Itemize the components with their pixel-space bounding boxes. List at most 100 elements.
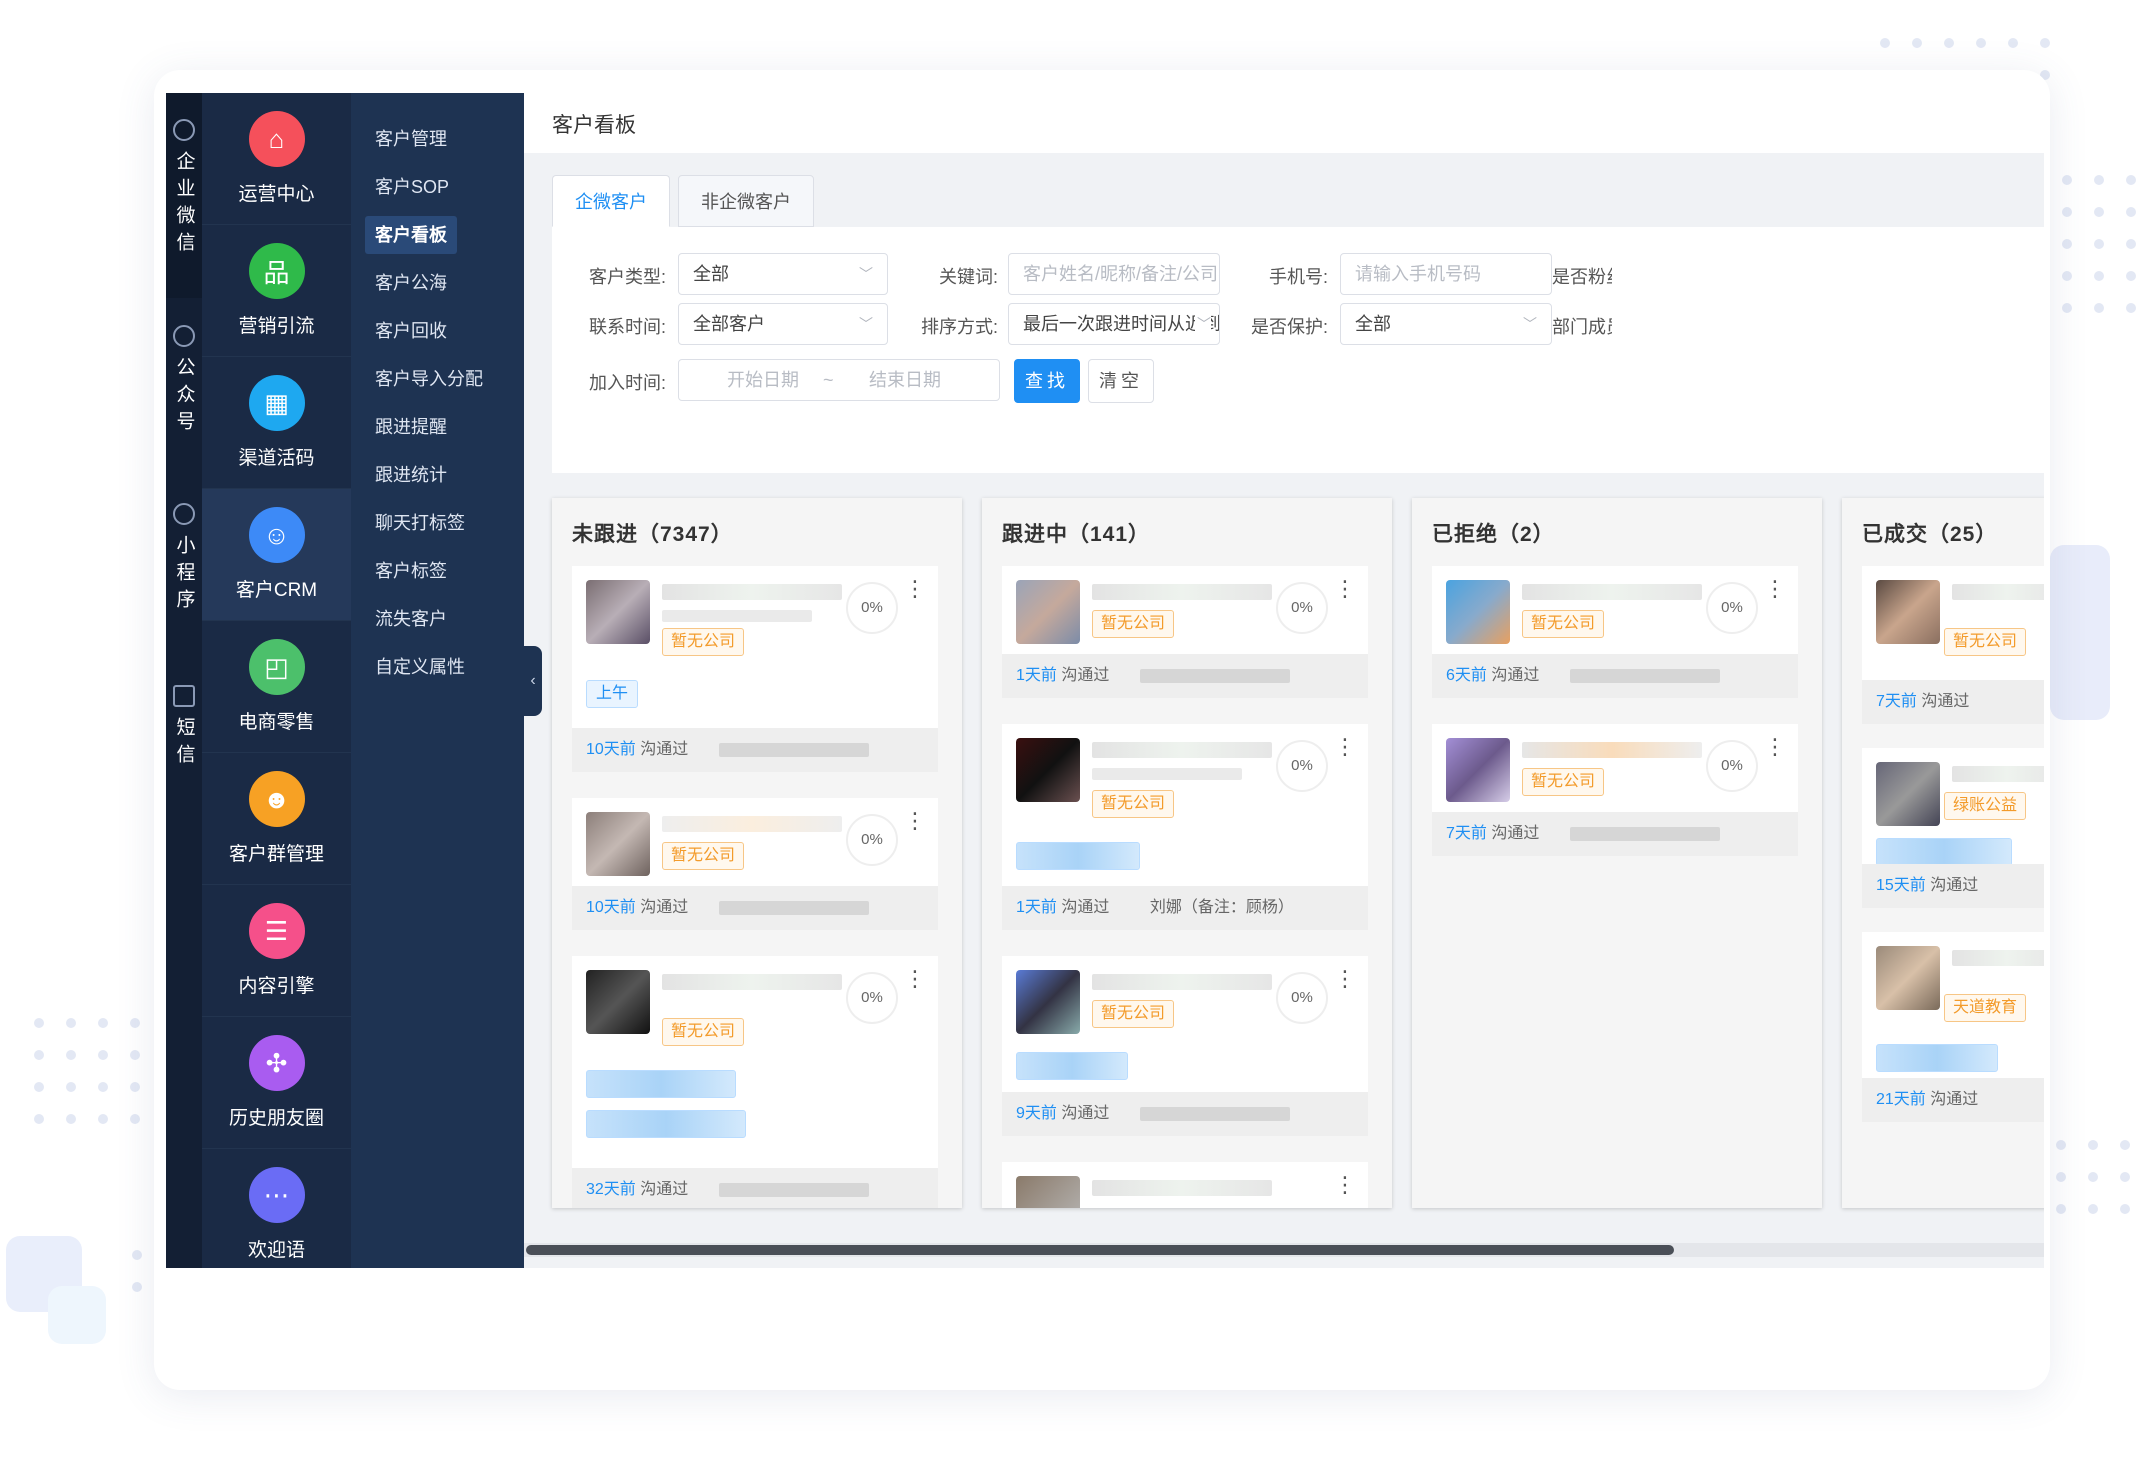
module-operations-center[interactable]: ⌂ 运营中心 <box>202 93 351 225</box>
submenu-customer-board[interactable]: 客户看板 <box>365 216 457 254</box>
end-date-input[interactable]: 结束日期 <box>869 360 941 400</box>
document-icon: ☰ <box>248 903 305 959</box>
customer-card[interactable]: 暂无公司 0% ⋮ 6天前 沟通过 <box>1432 566 1798 698</box>
contact-time-select[interactable]: 全部客户 ﹀ <box>678 303 888 345</box>
more-vertical-icon[interactable]: ⋮ <box>904 578 926 600</box>
contact-time-value: 全部客户 <box>693 314 765 334</box>
customer-card[interactable]: 暂无公司 0% ⋮ 10天前 沟通过 <box>572 798 938 930</box>
contact-status: 沟通过 <box>640 1181 689 1198</box>
search-button[interactable]: 查找 <box>1014 359 1080 403</box>
kanban-board: 未跟进（7347） 暂无公司 0% ⋮ 上午 10天前 沟通过 暂无公司 0% … <box>552 498 2044 1208</box>
last-contact-days: 7天前 <box>1876 693 1917 710</box>
more-vertical-icon[interactable]: ⋮ <box>1764 736 1786 758</box>
rail-label: 小程序 <box>173 535 195 616</box>
contact-status: 沟通过 <box>1061 899 1110 916</box>
customer-card[interactable]: 暂无公司 0% ⋮ 上午 10天前 沟通过 <box>572 566 938 772</box>
submenu-lost-customers[interactable]: 流失客户 <box>365 600 457 638</box>
submenu-customer-management[interactable]: 客户管理 <box>365 120 457 158</box>
qrcode-icon: ▦ <box>248 375 305 431</box>
customer-card[interactable]: 暂无公司 0% ⋮ 1天前 沟通过 <box>1002 566 1368 698</box>
submenu-customer-tags[interactable]: 客户标签 <box>365 552 457 590</box>
submenu-customer-pool[interactable]: 客户公海 <box>365 264 457 302</box>
module-ecommerce[interactable]: ◰ 电商零售 <box>202 621 351 753</box>
protect-select[interactable]: 全部 ﹀ <box>1340 303 1552 345</box>
submenu-chat-tagging[interactable]: 聊天打标签 <box>365 504 475 542</box>
column-title: 未跟进（7347） <box>572 523 733 546</box>
name-blurred <box>1092 584 1272 600</box>
company-tag: 天道教育 <box>1944 994 2027 1022</box>
more-vertical-icon[interactable]: ⋮ <box>904 968 926 990</box>
more-vertical-icon[interactable]: ⋮ <box>904 810 926 832</box>
tag-blurred <box>1016 1052 1128 1080</box>
module-content-engine[interactable]: ☰ 内容引擎 <box>202 885 351 1017</box>
progress-ring: 0% <box>846 814 898 866</box>
tab-wecom-customers[interactable]: 企微客户 <box>552 175 670 227</box>
customer-card[interactable]: 暂无公司 0% ⋮ 32天前 沟通过 <box>572 956 938 1208</box>
start-date-input[interactable]: 开始日期 <box>727 360 799 400</box>
protect-label: 是否保护: <box>1250 317 1328 337</box>
collapse-sidebar-button[interactable]: ‹ <box>524 646 542 716</box>
name-blurred <box>1092 768 1242 780</box>
avatar <box>1876 580 1940 644</box>
mail-icon <box>173 685 195 707</box>
more-vertical-icon[interactable]: ⋮ <box>1764 578 1786 600</box>
page-title: 客户看板 <box>552 114 636 137</box>
note-blurred <box>718 1182 869 1197</box>
module-moments-history[interactable]: ✣ 历史朋友圈 <box>202 1017 351 1149</box>
phone-label: 手机号: <box>1268 267 1328 287</box>
more-vertical-icon[interactable]: ⋮ <box>1334 968 1356 990</box>
rail-item-enterprise-wechat[interactable]: 企业微信 <box>166 119 202 259</box>
avatar <box>1016 970 1080 1034</box>
customer-card[interactable]: 暂无公司 0% ⋮ 1天前 沟通过 刘娜（备注：顾杨） <box>1002 724 1368 930</box>
more-vertical-icon[interactable]: ⋮ <box>1334 736 1356 758</box>
tab-non-wecom-customers[interactable]: 非企微客户 <box>678 175 814 227</box>
company-tag: 暂无公司 <box>1522 610 1605 638</box>
crm-submenu: 客户管理 客户SOP 客户看板 客户公海 客户回收 客户导入分配 跟进提醒 跟进… <box>351 93 524 1268</box>
horizontal-scrollbar[interactable] <box>524 1243 2044 1257</box>
module-crm[interactable]: ☺ 客户CRM <box>202 489 351 621</box>
join-date-range[interactable]: 开始日期 ~ 结束日期 <box>678 359 1000 401</box>
date-separator: ~ <box>823 370 834 390</box>
customer-card[interactable]: 绿账公益 15天前 沟通过 <box>1862 748 2044 908</box>
progress-ring: 0% <box>1276 740 1328 792</box>
customer-card[interactable]: 天道教育 21天前 沟通过 <box>1862 932 2044 1122</box>
column-closed-won: 已成交（25） 暂无公司 7天前 沟通过 绿账公益 15天前 沟通过 天道教育 … <box>1842 498 2044 1208</box>
customer-card[interactable]: 暂无公司 0% ⋮ 9天前 沟通过 <box>1002 956 1368 1136</box>
name-blurred <box>662 610 812 622</box>
rail-item-miniprogram[interactable]: 小程序 <box>166 503 202 616</box>
rail-item-sms[interactable]: 短信 <box>166 685 202 771</box>
customer-card[interactable]: ⋮ <box>1002 1162 1368 1208</box>
company-tag: 暂无公司 <box>662 1018 745 1046</box>
decor-square-right <box>2050 545 2110 720</box>
customer-card[interactable]: 暂无公司 7天前 沟通过 <box>1862 566 2044 724</box>
sort-select[interactable]: 最后一次跟进时间从近到远 ﹀ <box>1008 303 1220 345</box>
module-group-management[interactable]: ☻ 客户群管理 <box>202 753 351 885</box>
module-label: 内容引擎 <box>238 976 315 997</box>
name-blurred <box>1522 584 1702 600</box>
rail-item-official-account[interactable]: 公众号 <box>166 325 202 438</box>
submenu-customer-import[interactable]: 客户导入分配 <box>365 360 493 398</box>
protect-value: 全部 <box>1355 314 1391 334</box>
module-welcome-message[interactable]: ⋯ 欢迎语 <box>202 1149 351 1268</box>
scrollbar-thumb[interactable] <box>526 1245 1674 1255</box>
last-contact-days: 1天前 <box>1016 899 1057 916</box>
phone-input[interactable]: 请输入手机号码 <box>1340 253 1552 295</box>
more-vertical-icon[interactable]: ⋮ <box>1334 1174 1356 1196</box>
customer-card[interactable]: 暂无公司 0% ⋮ 7天前 沟通过 <box>1432 724 1798 856</box>
submenu-followup-reminder[interactable]: 跟进提醒 <box>365 408 457 446</box>
submenu-customer-recycle[interactable]: 客户回收 <box>365 312 457 350</box>
org-chart-icon: 品 <box>248 243 305 299</box>
more-vertical-icon[interactable]: ⋮ <box>1334 578 1356 600</box>
submenu-followup-stats[interactable]: 跟进统计 <box>365 456 457 494</box>
tag-blurred <box>1016 842 1140 870</box>
submenu-customer-sop[interactable]: 客户SOP <box>365 168 459 206</box>
module-marketing[interactable]: 品 营销引流 <box>202 225 351 357</box>
last-contact-days: 15天前 <box>1876 877 1926 894</box>
customer-type-select[interactable]: 全部 ﹀ <box>678 253 888 295</box>
keyword-input[interactable]: 客户姓名/昵称/备注/公司名称 <box>1008 253 1220 295</box>
contact-status: 沟通过 <box>640 899 689 916</box>
clear-button[interactable]: 清空 <box>1088 359 1154 403</box>
module-channel-qrcode[interactable]: ▦ 渠道活码 <box>202 357 351 489</box>
submenu-custom-attributes[interactable]: 自定义属性 <box>365 648 475 686</box>
filter-panel: 客户类型: 全部 ﹀ 关键词: 客户姓名/昵称/备注/公司名称 手机号: 请输入… <box>552 227 2044 473</box>
